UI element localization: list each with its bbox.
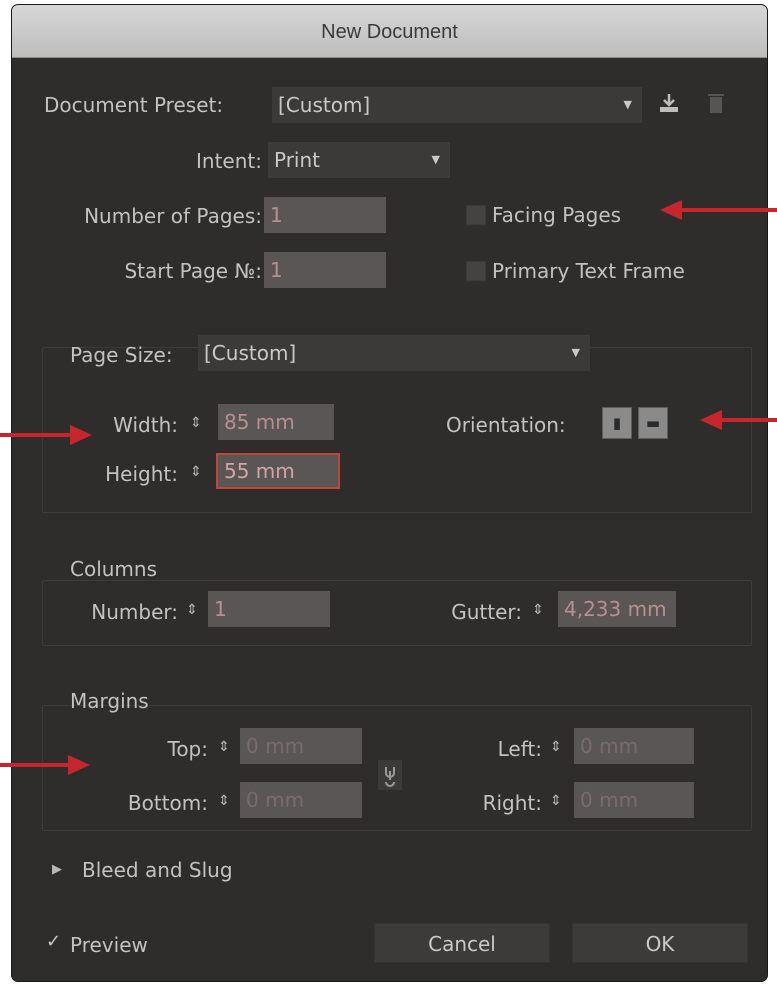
- pages-count-input[interactable]: 1: [264, 197, 386, 233]
- preset-dropdown[interactable]: [Custom] ▼: [272, 87, 642, 123]
- intent-value: Print: [274, 148, 321, 172]
- margin-right-stepper-icon[interactable]: ⇕: [548, 783, 564, 819]
- preset-value: [Custom]: [278, 93, 371, 117]
- margin-right-input[interactable]: 0 mm: [574, 782, 694, 818]
- preset-label: Document Preset:: [44, 93, 224, 117]
- ok-button[interactable]: OK: [572, 923, 748, 963]
- link-icon[interactable]: [378, 760, 402, 794]
- height-stepper-icon[interactable]: ⇕: [188, 454, 204, 490]
- facing-pages-checkbox[interactable]: [466, 205, 486, 225]
- intent-dropdown[interactable]: Print ▼: [268, 142, 450, 178]
- trash-icon[interactable]: [706, 91, 726, 120]
- primary-text-frame-checkbox[interactable]: [466, 261, 486, 281]
- gutter-label: Gutter:: [451, 600, 522, 624]
- facing-pages-label: Facing Pages: [492, 203, 622, 227]
- landscape-orientation-icon[interactable]: ▬: [638, 407, 668, 439]
- margin-bottom-label: Bottom:: [127, 791, 208, 815]
- chevron-down-icon: ▼: [571, 346, 580, 359]
- orientation-label: Orientation:: [446, 413, 566, 437]
- margins-title: Margins: [70, 689, 149, 713]
- height-label: Height:: [105, 462, 178, 486]
- start-page-label: Start Page №:: [124, 259, 262, 283]
- save-preset-icon[interactable]: [657, 91, 681, 120]
- preview-label[interactable]: Preview: [70, 933, 148, 957]
- chevron-down-icon: ▼: [431, 153, 440, 166]
- columns-number-label: Number:: [91, 600, 178, 624]
- margin-right-label: Right:: [482, 791, 542, 815]
- margin-left-stepper-icon[interactable]: ⇕: [548, 729, 564, 765]
- disclosure-triangle-icon[interactable]: ▶: [52, 862, 62, 877]
- columns-title: Columns: [70, 557, 158, 581]
- height-input[interactable]: 55 mm: [216, 453, 340, 489]
- gutter-input[interactable]: 4,233 mm: [558, 591, 676, 627]
- margin-left-input[interactable]: 0 mm: [574, 728, 694, 764]
- start-page-input[interactable]: 1: [264, 252, 386, 288]
- margin-left-label: Left:: [497, 737, 542, 761]
- margin-bottom-input[interactable]: 0 mm: [240, 782, 362, 818]
- columns-number-stepper-icon[interactable]: ⇕: [184, 592, 200, 628]
- bleed-slug-toggle[interactable]: Bleed and Slug: [82, 858, 233, 882]
- width-input[interactable]: 85 mm: [218, 404, 334, 440]
- chevron-down-icon: ▼: [623, 98, 632, 111]
- primary-text-frame-label: Primary Text Frame: [492, 259, 685, 283]
- intent-label: Intent:: [196, 149, 262, 173]
- columns-number-input[interactable]: 1: [208, 591, 330, 627]
- checkmark-icon[interactable]: ✓: [46, 931, 61, 952]
- width-stepper-icon[interactable]: ⇕: [188, 405, 204, 441]
- new-document-dialog: New Document Document Preset: [Custom] ▼…: [12, 5, 767, 981]
- pages-count-label: Number of Pages:: [84, 204, 262, 228]
- dialog-title: New Document: [12, 5, 767, 58]
- page-size-value: [Custom]: [204, 341, 297, 365]
- cancel-button[interactable]: Cancel: [374, 923, 550, 963]
- portrait-orientation-icon[interactable]: ▮: [602, 407, 632, 439]
- page-size-dropdown[interactable]: [Custom] ▼: [198, 335, 590, 371]
- margin-top-label: Top:: [167, 737, 209, 761]
- margin-top-stepper-icon[interactable]: ⇕: [216, 729, 232, 765]
- page-size-label: Page Size:: [70, 343, 173, 367]
- gutter-stepper-icon[interactable]: ⇕: [530, 592, 546, 628]
- margin-top-input[interactable]: 0 mm: [240, 728, 362, 764]
- margin-bottom-stepper-icon[interactable]: ⇕: [216, 783, 232, 819]
